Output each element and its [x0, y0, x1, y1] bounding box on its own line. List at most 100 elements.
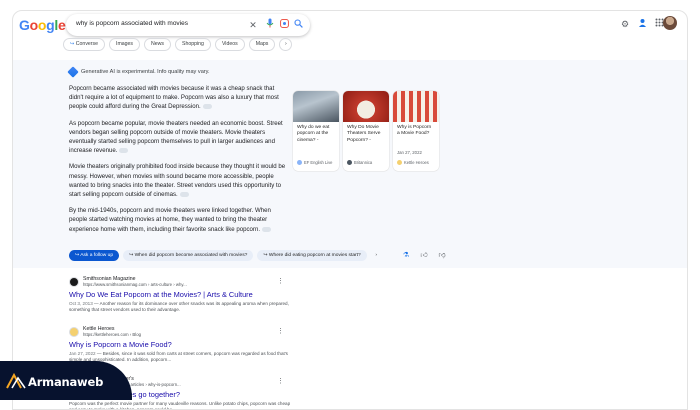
- header: Google why is popcorn associated with mo…: [13, 11, 687, 55]
- favicon-icon: [347, 160, 352, 165]
- card-date: [293, 150, 339, 158]
- result-header[interactable]: Smithsonian Magazine https://www.smithso…: [69, 276, 299, 287]
- result-title[interactable]: Why is Popcorn a Movie Food?: [69, 340, 299, 349]
- card-source: EF English Live: [293, 158, 339, 167]
- card-thumbnail: [393, 91, 439, 122]
- search-input[interactable]: why is popcorn associated with movies: [76, 20, 188, 27]
- card-source-name: EF English Live: [304, 160, 333, 165]
- result-site: Smithsonian Magazine https://www.smithso…: [83, 276, 187, 287]
- chevron-right-icon[interactable]: ›: [279, 38, 293, 51]
- more-vert-icon[interactable]: ⋮: [277, 277, 284, 285]
- feedback-icons: ⚗ 👍︎ 👎︎: [401, 251, 447, 261]
- card-source: Britannica: [343, 158, 389, 167]
- chip-news[interactable]: News: [144, 38, 171, 51]
- search-result: Smithsonian Magazine https://www.smithso…: [69, 276, 299, 326]
- result-title[interactable]: Why Do We Eat Popcorn at the Movies? | A…: [69, 290, 299, 299]
- logo-letter: g: [46, 17, 55, 33]
- favicon-icon: [69, 277, 79, 287]
- suggestion-label: When did popcorn become associated with …: [134, 253, 248, 258]
- ai-disclaimer: Generative AI is experimental. Info qual…: [81, 69, 210, 75]
- snippet-text: — Another reason for its dominance over …: [69, 301, 289, 313]
- favicon-icon: [397, 160, 402, 165]
- result-date: Oct 3, 2013: [69, 301, 93, 306]
- source-card[interactable]: Why is Popcorn a Movie Food? Jan 27, 202…: [393, 91, 439, 171]
- result-snippet: Oct 3, 2013 — Another reason for its dom…: [69, 301, 299, 313]
- ai-overview: Generative AI is experimental. Info qual…: [13, 60, 687, 268]
- labs-icon[interactable]: [636, 18, 648, 30]
- chip-shopping[interactable]: Shopping: [175, 38, 211, 51]
- result-site: Kettle Heroes https://kettleheroes.com ›…: [83, 326, 141, 337]
- chip-converse[interactable]: ↪ Converse: [63, 38, 105, 51]
- card-title: Why do we eat popcorn at the cinema? -: [297, 125, 330, 143]
- close-icon[interactable]: ✕: [246, 18, 260, 32]
- source-cards: Why do we eat popcorn at the cinema? - E…: [293, 91, 439, 171]
- ai-paragraph: As popcorn became popular, movie theater…: [69, 119, 289, 156]
- gear-icon[interactable]: ⚙: [619, 18, 631, 30]
- favicon-icon: [69, 327, 79, 337]
- search-icon[interactable]: [291, 18, 305, 32]
- watermark-text: Armanaweb: [28, 375, 104, 389]
- source-card[interactable]: Why do we eat popcorn at the cinema? - E…: [293, 91, 339, 171]
- suggestion-chip[interactable]: ↪ Where did eating popcorn at movies sta…: [257, 250, 367, 261]
- ai-paragraph: Popcorn became associated with movies be…: [69, 84, 289, 112]
- card-source-name: Britannica: [354, 160, 373, 165]
- google-logo[interactable]: Google: [19, 17, 66, 33]
- result-snippet: Popcorn was the perfect movie partner fo…: [69, 401, 299, 410]
- chip-images[interactable]: Images: [109, 38, 141, 51]
- chevron-down-icon[interactable]: [119, 148, 129, 154]
- watermark-badge: Armanaweb: [0, 361, 132, 400]
- result-date: Jan 27, 2022: [69, 351, 96, 356]
- thumbs-down-icon[interactable]: 👎︎: [437, 251, 447, 261]
- chevron-down-icon[interactable]: [262, 226, 272, 232]
- result-header[interactable]: Kettle Heroes https://kettleheroes.com ›…: [69, 326, 299, 337]
- lens-icon[interactable]: [277, 18, 291, 32]
- ai-paragraph-text: As popcorn became popular, movie theater…: [69, 119, 283, 155]
- favicon-icon: [297, 160, 302, 165]
- ai-paragraph-text: Movie theaters originally prohibited foo…: [69, 163, 286, 199]
- ai-label-row: Generative AI is experimental. Info qual…: [67, 66, 210, 78]
- browser-frame: Google why is popcorn associated with mo…: [12, 10, 688, 410]
- more-vert-icon[interactable]: ⋮: [277, 327, 284, 335]
- ai-paragraph-text: Popcorn became associated with movies be…: [69, 85, 279, 111]
- ask-followup-button[interactable]: ↪ Ask a follow up: [69, 250, 120, 261]
- chevron-down-icon[interactable]: [202, 104, 212, 110]
- followup-row: ↪ Ask a follow up ↪ When did popcorn bec…: [69, 250, 382, 261]
- avatar[interactable]: [663, 16, 677, 30]
- logo-letter: o: [29, 17, 39, 33]
- ai-paragraph-text: By the mid-1940s, popcorn and movie thea…: [69, 207, 271, 233]
- ai-paragraph: Movie theaters originally prohibited foo…: [69, 162, 289, 199]
- site-url: https://kettleheroes.com › Blog: [83, 332, 142, 337]
- sge-gem-icon: [67, 66, 79, 78]
- card-title: Why is Popcorn a Movie Food?: [397, 125, 432, 137]
- card-date: Jan 27, 2022: [397, 150, 422, 155]
- chip-videos[interactable]: Videos: [214, 38, 245, 51]
- snippet-text: Popcorn was the perfect movie partner fo…: [69, 401, 291, 410]
- logo-letter: G: [19, 17, 30, 33]
- card-title: Why Do Movie Theaters Serve Popcorn? -: [347, 125, 381, 143]
- armanaweb-logo-icon: [6, 373, 26, 389]
- suggestion-label: Where did eating popcorn at movies start…: [268, 253, 361, 258]
- card-date: [343, 150, 389, 158]
- chip-label: Converse: [75, 41, 98, 47]
- chip-maps[interactable]: Maps: [248, 38, 276, 51]
- more-vert-icon[interactable]: ⋮: [277, 377, 284, 385]
- mic-icon[interactable]: [263, 18, 277, 32]
- thumbs-up-icon[interactable]: 👍︎: [419, 251, 429, 261]
- search-bar[interactable]: why is popcorn associated with movies ✕: [66, 14, 310, 36]
- ask-followup-label: Ask a follow up: [80, 253, 114, 258]
- card-thumbnail: [343, 91, 389, 122]
- chevron-right-icon[interactable]: ›: [371, 250, 382, 261]
- logo-letter: o: [37, 17, 47, 33]
- logo-letter: e: [57, 17, 66, 33]
- ai-paragraph: By the mid-1940s, popcorn and movie thea…: [69, 206, 289, 234]
- site-url: https://www.smithsonianmag.com › arts-cu…: [83, 282, 187, 287]
- filter-chips: ↪ Converse Images News Shopping Videos M…: [63, 38, 293, 51]
- card-thumbnail: [293, 91, 339, 122]
- card-source-name: Kettle Heroes: [404, 160, 429, 165]
- card-source: Kettle Heroes: [393, 158, 439, 167]
- suggestion-chip[interactable]: ↪ When did popcorn become associated wit…: [123, 250, 254, 261]
- source-card[interactable]: Why Do Movie Theaters Serve Popcorn? - B…: [343, 91, 389, 171]
- labs-flask-icon[interactable]: ⚗: [401, 251, 411, 261]
- chevron-down-icon[interactable]: [179, 191, 189, 197]
- ai-answer: Popcorn became associated with movies be…: [69, 84, 289, 241]
